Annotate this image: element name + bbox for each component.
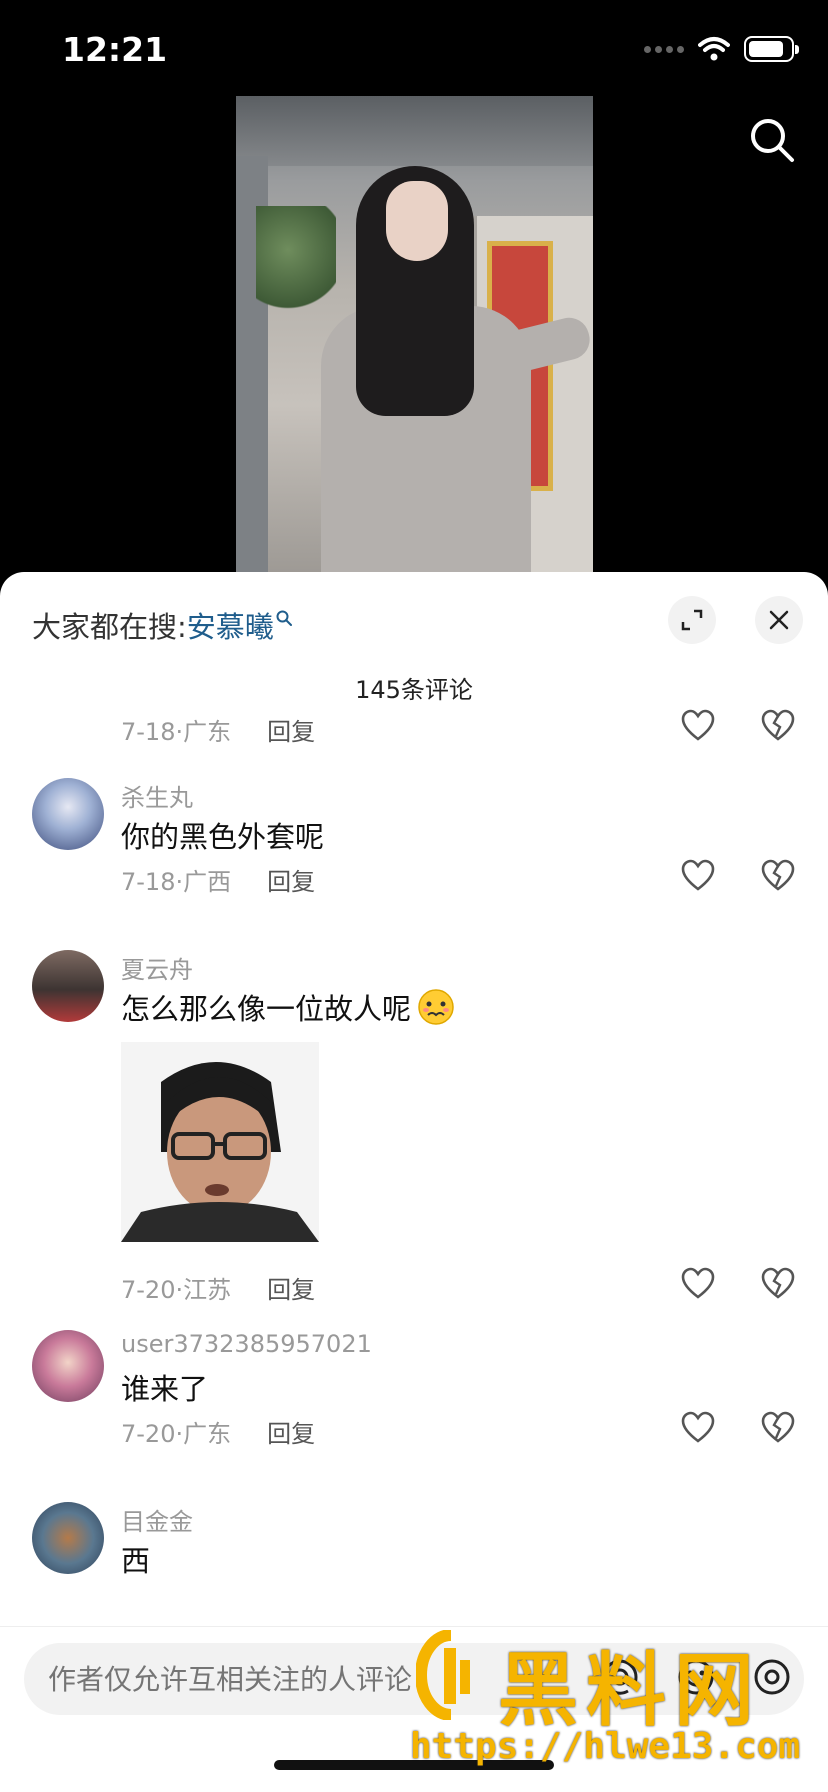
hot-search-term[interactable]: 安慕曦 [187, 604, 274, 646]
broken-heart-icon[interactable] [760, 1266, 796, 1302]
reply-button[interactable]: 回复 [267, 712, 315, 747]
comment-date-location: 7-18·广西 [121, 868, 232, 896]
comment-date-location: 7-20·江苏 [121, 1276, 232, 1304]
broken-heart-icon[interactable] [760, 708, 796, 744]
status-bar: 12:21 [0, 0, 828, 96]
close-icon [769, 610, 789, 630]
search-icon[interactable] [748, 116, 796, 164]
comment-text-content: 怎么那么像一位故人呢 [121, 992, 412, 1026]
comment-username[interactable]: 夏云舟 [121, 950, 193, 985]
comment-sticker-image[interactable] [121, 1042, 319, 1242]
avatar[interactable] [32, 1502, 104, 1574]
reply-button[interactable]: 回复 [267, 1414, 315, 1449]
emoji-icon[interactable] [676, 1657, 716, 1697]
at-icon[interactable] [600, 1657, 640, 1697]
comment-meta: 7-18·广东 回复 [121, 712, 315, 747]
comment-username[interactable]: user3732385957021 [121, 1330, 372, 1358]
wifi-icon [698, 37, 730, 61]
heart-icon[interactable] [680, 708, 716, 744]
sheet-header: 大家都在搜: 安慕曦 [0, 572, 828, 660]
broken-heart-icon[interactable] [760, 858, 796, 894]
comment-meta: 7-20·江苏 回复 [121, 1270, 315, 1305]
man-face-sticker [121, 1042, 319, 1242]
hot-search[interactable]: 大家都在搜: 安慕曦 [32, 604, 292, 646]
expand-icon [681, 609, 703, 631]
image-icon[interactable] [752, 1657, 792, 1697]
hot-search-prefix: 大家都在搜: [32, 610, 187, 644]
nervous-emoji-icon [418, 989, 454, 1025]
comment-meta: 7-18·广西 回复 [121, 862, 315, 897]
battery-icon [744, 36, 799, 62]
input-actions [600, 1657, 792, 1697]
video-player[interactable] [236, 96, 593, 572]
search-icon [276, 610, 292, 626]
avatar[interactable] [32, 778, 104, 850]
comment-text: 谁来了 [121, 1372, 209, 1406]
comment-username[interactable]: 目金金 [121, 1502, 193, 1537]
reply-button[interactable]: 回复 [267, 1270, 315, 1305]
comment-text: 你的黑色外套呢 [121, 820, 325, 854]
heart-icon[interactable] [680, 858, 716, 894]
avatar[interactable] [32, 1330, 104, 1402]
signal-icon [644, 45, 684, 53]
comment-text: 怎么那么像一位故人呢 [121, 986, 455, 1028]
reply-button[interactable]: 回复 [267, 862, 315, 897]
status-icons [644, 36, 799, 62]
heart-icon[interactable] [680, 1266, 716, 1302]
comment-date-location: 7-20·广东 [121, 1420, 232, 1448]
expand-button[interactable] [668, 596, 716, 644]
home-indicator [274, 1760, 554, 1770]
avatar[interactable] [32, 950, 104, 1022]
comment-date-location: 7-18·广东 [121, 718, 232, 746]
heart-icon[interactable] [680, 1410, 716, 1446]
comment-count: 145条评论 [355, 676, 473, 704]
close-button[interactable] [755, 596, 803, 644]
comment-username[interactable]: 杀生丸 [121, 778, 193, 813]
status-time: 12:21 [62, 30, 168, 69]
comment-sheet: 大家都在搜: 安慕曦 145条评论 7-18·广东 回复 杀生丸 你的黑色外套呢… [0, 572, 828, 1792]
comment-text: 西 [121, 1544, 151, 1578]
broken-heart-icon[interactable] [760, 1410, 796, 1446]
comment-meta: 7-20·广东 回复 [121, 1414, 315, 1449]
